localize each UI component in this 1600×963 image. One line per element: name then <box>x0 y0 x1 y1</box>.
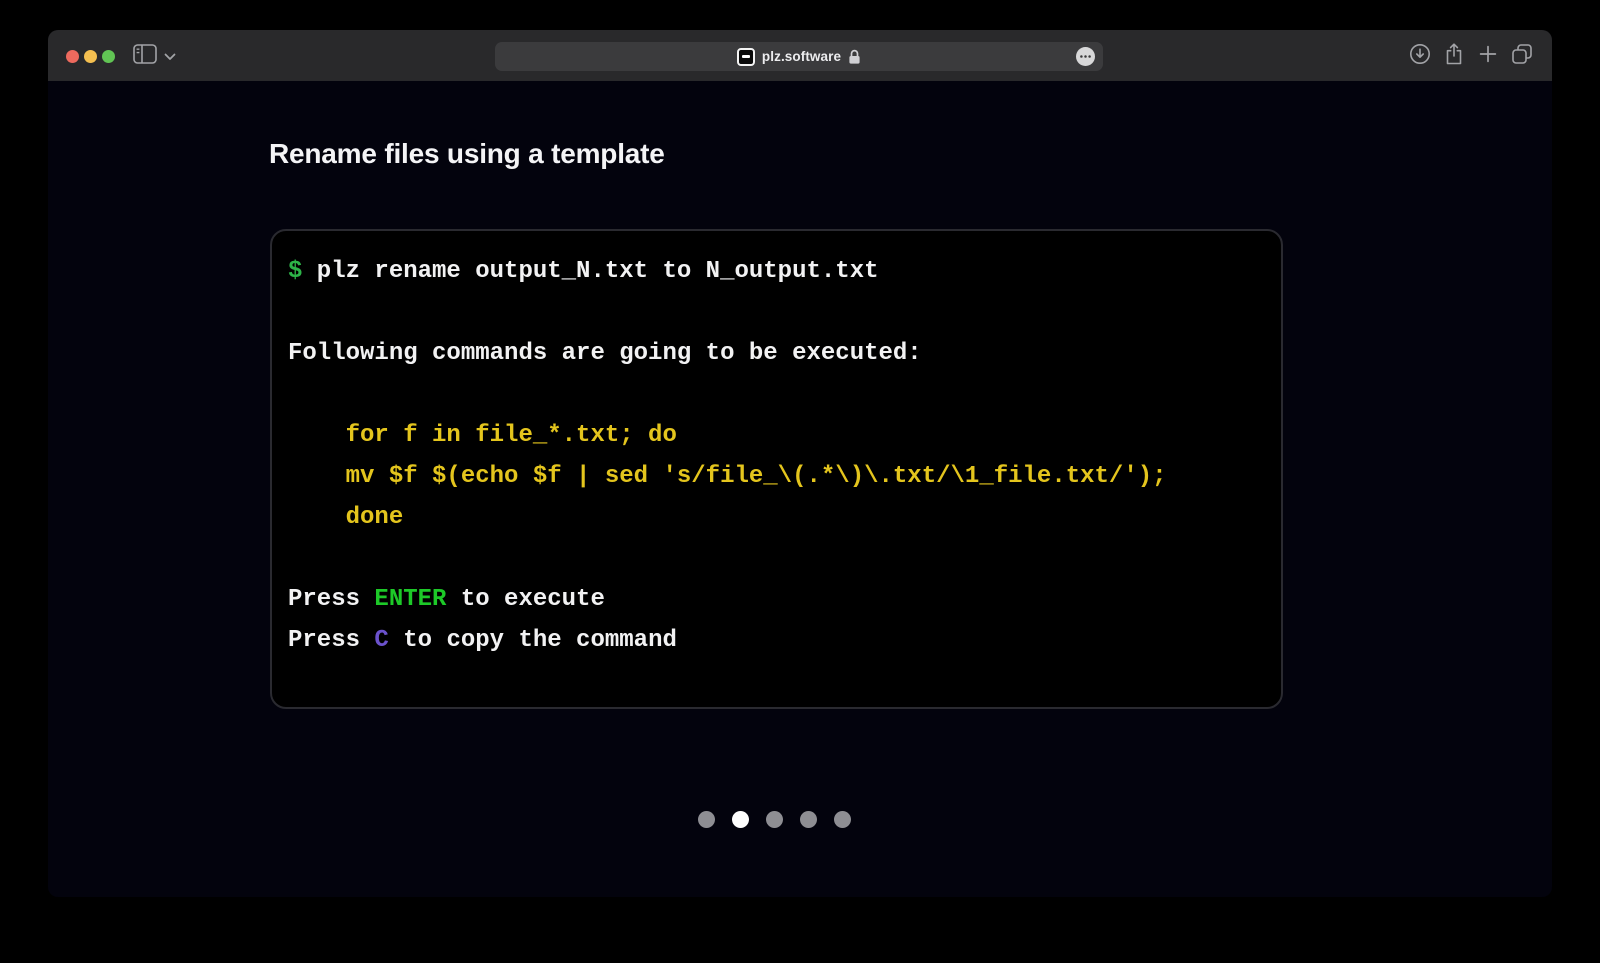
tab-overview-icon <box>1511 43 1533 68</box>
chevron-down-icon <box>164 49 176 64</box>
hint-text: to execute <box>446 586 605 613</box>
hint-text: to copy the command <box>388 627 677 654</box>
address-bar-url: plz.software <box>761 49 842 64</box>
carousel-dot-2[interactable] <box>732 811 749 828</box>
lock-icon <box>848 49 861 65</box>
desktop-background: plz.software Rename files using a templa… <box>0 0 1600 963</box>
copy-key-label: C <box>374 627 389 654</box>
browser-window: plz.software Rename files using a templa… <box>48 30 1552 897</box>
address-bar[interactable]: plz.software <box>495 42 1103 71</box>
page-title: Rename files using a template <box>269 138 665 169</box>
carousel-dots <box>698 811 851 828</box>
browser-toolbar: plz.software <box>48 30 1552 81</box>
code-line-3: done <box>288 504 404 531</box>
hint-text: Press <box>288 627 375 654</box>
new-tab-button[interactable] <box>1477 44 1499 68</box>
terminal-favicon-icon <box>736 47 755 66</box>
ellipsis-icon <box>1076 47 1095 69</box>
tab-overview-button[interactable] <box>1511 44 1533 68</box>
sidebar-menu-button[interactable] <box>164 52 176 60</box>
minimize-button[interactable] <box>84 50 97 63</box>
fullscreen-button[interactable] <box>102 50 115 63</box>
share-icon <box>1444 42 1464 69</box>
page-settings-button[interactable] <box>1076 47 1095 66</box>
code-line-1: for f in file_*.txt; do <box>288 422 677 449</box>
terminal-message: Following commands are going to be execu… <box>288 340 922 367</box>
page-content: Rename files using a template $ plz rena… <box>48 81 1552 897</box>
hint-enter-line: Press ENTER to execute <box>288 579 1265 620</box>
carousel-dot-4[interactable] <box>800 811 817 828</box>
plus-icon <box>1478 44 1498 67</box>
carousel-dot-5[interactable] <box>834 811 851 828</box>
sidebar-icon <box>133 43 157 67</box>
close-button[interactable] <box>66 50 79 63</box>
code-line-2: mv $f $(echo $f | sed 's/file_\(.*\)\.tx… <box>288 463 1167 490</box>
share-button[interactable] <box>1443 42 1465 69</box>
enter-key-label: ENTER <box>374 586 447 613</box>
terminal-demo-card: $ plz rename output_N.txt to N_output.tx… <box>270 229 1283 709</box>
window-controls <box>66 50 115 63</box>
toolbar-actions <box>1409 30 1533 81</box>
carousel-dot-3[interactable] <box>766 811 783 828</box>
terminal-command-line: $ plz rename output_N.txt to N_output.tx… <box>288 251 1265 292</box>
command-text: plz rename output_N.txt to N_output.txt <box>302 258 879 285</box>
shell-prompt: $ <box>288 258 303 285</box>
sidebar-toggle-button[interactable] <box>133 43 157 67</box>
hint-copy-line: Press C to copy the command <box>288 620 1265 661</box>
download-icon <box>1409 43 1431 68</box>
hint-text: Press <box>288 586 375 613</box>
carousel-dot-1[interactable] <box>698 811 715 828</box>
downloads-button[interactable] <box>1409 44 1431 68</box>
